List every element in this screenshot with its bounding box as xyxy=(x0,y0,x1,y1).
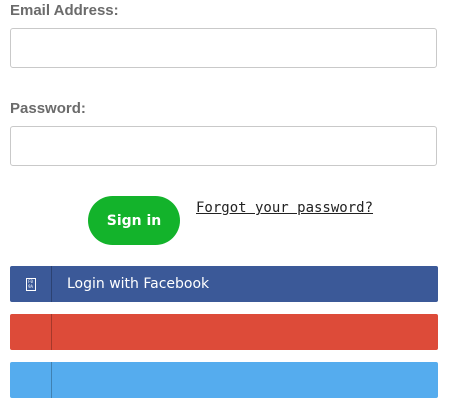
facebook-login-label: Login with Facebook xyxy=(67,276,210,292)
forgot-password-link[interactable]: Forgot your password? xyxy=(196,199,373,217)
facebook-icon-glyph-bottom: 9A xyxy=(28,284,33,289)
password-label: Password: xyxy=(10,100,86,117)
facebook-login-button[interactable]: F0 9A Login with Facebook xyxy=(10,266,438,302)
facebook-icon-glyph: F0 9A xyxy=(25,277,36,291)
password-field[interactable] xyxy=(10,126,437,166)
email-label: Email Address: xyxy=(10,2,119,19)
signin-button-label: Sign in xyxy=(106,212,162,229)
email-field[interactable] xyxy=(10,28,437,68)
google-login-button[interactable] xyxy=(10,314,438,350)
twitter-icon xyxy=(10,362,52,398)
twitter-login-button[interactable] xyxy=(10,362,438,398)
signin-button[interactable]: Sign in xyxy=(88,196,180,245)
facebook-icon: F0 9A xyxy=(10,266,52,302)
google-icon xyxy=(10,314,52,350)
